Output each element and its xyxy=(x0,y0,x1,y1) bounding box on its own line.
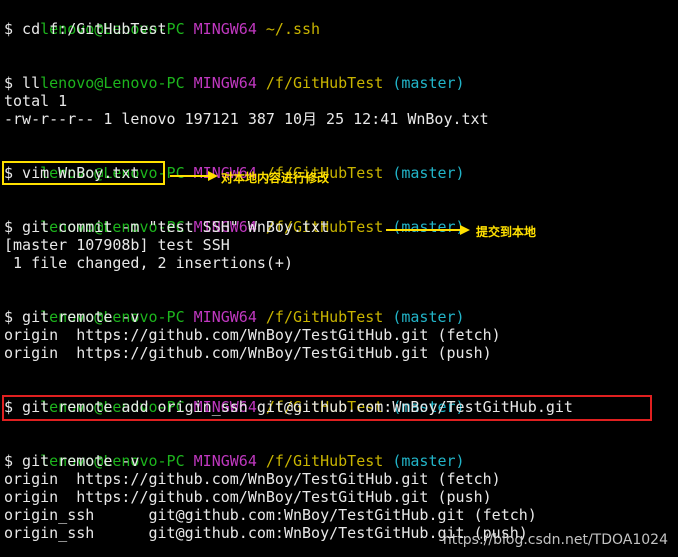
output-line: total 1 xyxy=(4,92,68,110)
output-line: -rw-r--r-- 1 lenovo 197121 387 10月 25 12… xyxy=(4,110,489,128)
prompt-path: ~/.ssh xyxy=(265,20,321,38)
vim-command-highlight xyxy=(2,161,165,185)
command-line: $ git remote -v xyxy=(4,308,140,326)
output-line: [master 107908b] test SSH xyxy=(4,236,230,254)
prompt-user: lenovo@Lenovo-PC xyxy=(40,74,185,92)
commit-arrow-icon xyxy=(386,225,470,235)
prompt-system: MINGW64 xyxy=(193,20,257,38)
prompt-line: lenovo@Lenovo-PC MINGW64 /f/GitHubTest (… xyxy=(4,56,464,92)
command-line: $ cd f:/GitHubTest xyxy=(4,20,167,38)
prompt-branch: (master) xyxy=(392,164,465,182)
prompt-branch: (master) xyxy=(392,308,465,326)
prompt-line: lenovo@Lenovo-PC MINGW64 ~/.ssh xyxy=(4,2,320,38)
prompt-system: MINGW64 xyxy=(193,74,257,92)
prompt-system: MINGW64 xyxy=(193,452,257,470)
prompt-path: /f/GitHubTest xyxy=(265,452,384,470)
output-line: origin https://github.com/WnBoy/TestGitH… xyxy=(4,344,492,362)
remote-add-command-highlight xyxy=(2,395,652,421)
vim-arrow-icon xyxy=(170,171,218,181)
terminal-window[interactable]: lenovo@Lenovo-PC MINGW64 ~/.ssh $ cd f:/… xyxy=(4,0,678,557)
watermark: https://blog.csdn.net/TDOA1024 xyxy=(442,532,668,548)
command-line: $ git remote -v xyxy=(4,452,140,470)
prompt-line: lenovo@Lenovo-PC MINGW64 /f/GitHubTest (… xyxy=(4,200,464,236)
prompt-system: MINGW64 xyxy=(193,308,257,326)
prompt-line: lenovo@Lenovo-PC MINGW64 /f/GitHubTest (… xyxy=(4,434,464,470)
vim-annotation: 对本地内容进行修改 xyxy=(221,171,330,185)
output-line: origin https://github.com/WnBoy/TestGitH… xyxy=(4,488,492,506)
prompt-branch: (master) xyxy=(392,74,465,92)
commit-annotation: 提交到本地 xyxy=(476,225,537,239)
prompt-line: lenovo@Lenovo-PC MINGW64 /f/GitHubTest (… xyxy=(4,290,464,326)
output-line: origin_ssh git@github.com:WnBoy/TestGitH… xyxy=(4,506,537,524)
prompt-path: /f/GitHubTest xyxy=(265,74,384,92)
output-line: origin https://github.com/WnBoy/TestGitH… xyxy=(4,326,501,344)
prompt-path: /f/GitHubTest xyxy=(265,308,384,326)
command-line: $ ll xyxy=(4,74,41,92)
output-line: 1 file changed, 2 insertions(+) xyxy=(4,254,293,272)
command-line: $ git commit -m "test SSH" WnBoy.txt xyxy=(4,218,330,236)
output-line: origin https://github.com/WnBoy/TestGitH… xyxy=(4,470,501,488)
prompt-branch: (master) xyxy=(392,452,465,470)
